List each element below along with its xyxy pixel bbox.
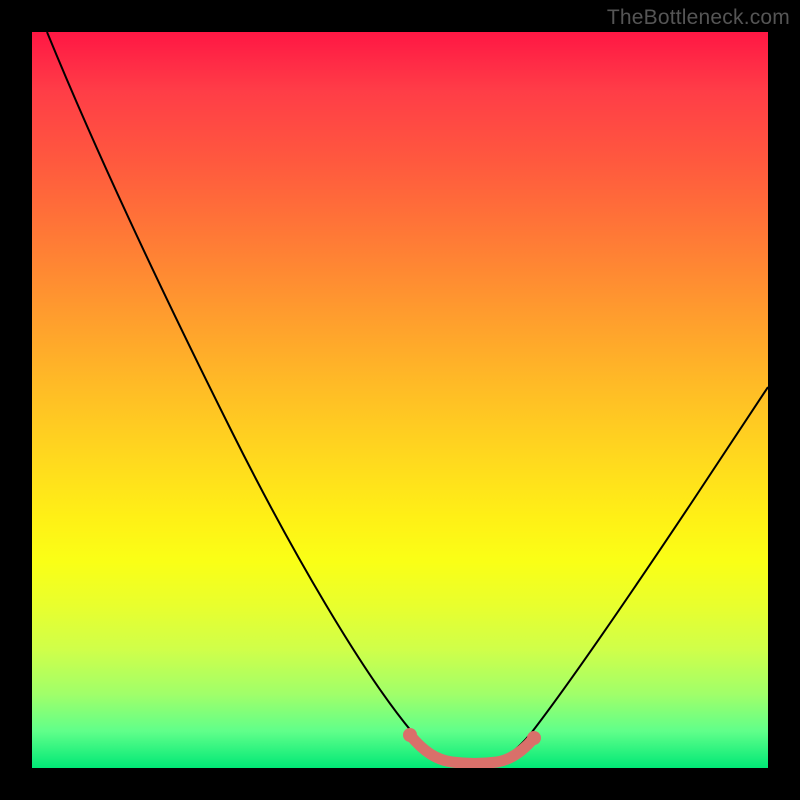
plot-area <box>32 32 768 768</box>
curve-svg <box>32 32 768 768</box>
chart-container: TheBottleneck.com <box>0 0 800 800</box>
bottleneck-curve <box>47 32 768 763</box>
optimal-marker-dot-left <box>403 728 417 742</box>
watermark-text: TheBottleneck.com <box>607 6 790 30</box>
optimal-zone-marker <box>410 735 534 764</box>
optimal-marker-dot-right <box>527 731 541 745</box>
